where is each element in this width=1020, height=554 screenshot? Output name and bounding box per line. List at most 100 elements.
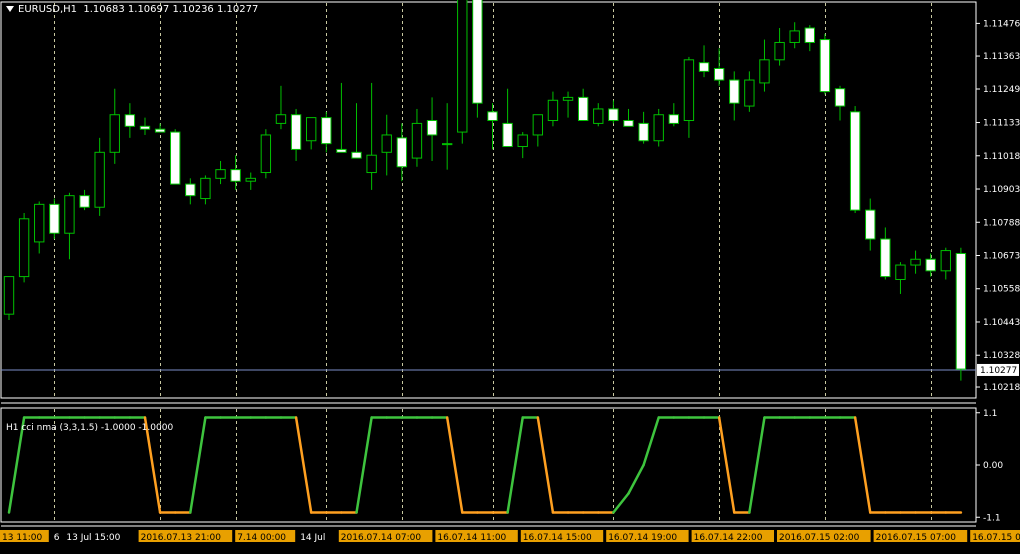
candle-body [245,177,256,182]
candle-body [713,67,725,81]
time-axis-label: 2016.07.15 02:00 [779,533,860,543]
candle-body [865,209,876,240]
candle-body [426,120,438,136]
candle-body [895,264,906,280]
candle-body [260,134,272,174]
candle-body [472,0,483,104]
price-tick-label: 1.11249 [983,85,1020,95]
candle-body [49,203,60,234]
candle-body [230,169,241,182]
candle-body [275,114,287,124]
time-axis-label: 2016.07.13 21:00 [141,533,222,543]
candle-body [396,137,408,168]
candle-body [502,122,513,148]
candle-body [880,238,891,278]
candle-body [683,59,695,122]
time-axis-label: 16.07.14 19:00 [608,533,677,543]
candle-body [124,114,136,127]
candle-body [547,99,559,122]
indicator-tick-label: 1.1 [983,409,997,419]
candle-body [804,27,815,43]
indicator-line-segment [642,416,660,467]
price-tick-label: 1.10218 [983,383,1020,393]
candle-body [18,218,30,278]
candle-body [668,114,679,124]
candle-body [562,96,574,101]
indicator-line-segment [445,416,464,514]
candle-body [215,169,226,179]
price-tick-label: 1.10443 [983,318,1020,328]
candle-body [774,41,785,61]
indicator-tick-label: 0.00 [983,461,1003,471]
price-tick-label: 1.10673 [983,251,1020,261]
time-axis-label: 7.14 00:00 [237,533,286,543]
price-tick-label: 1.11363 [983,52,1020,62]
candle-body [441,143,453,146]
candle-body [411,122,423,159]
chart-window[interactable]: 1.11476 1.11363 1.11249 1.11133 1.11018 1.109… [0,0,1020,551]
candle-body [849,111,861,211]
candle-body [729,79,740,104]
candle-body [955,252,967,370]
candle-body [940,250,951,272]
candle-body [698,62,710,72]
time-axis-label: 2016.07.14 07:00 [341,533,422,543]
candle-body [759,59,770,84]
candle-body [517,134,528,148]
price-tick-label: 1.10788 [983,218,1020,228]
candle-body [834,88,846,107]
indicator-line-segment [717,416,736,514]
chart-header: EURUSD,H1 1.10683 1.10697 1.10236 1.1027… [6,4,258,15]
time-axis-label: 13 11:00 [2,533,43,543]
indicator-line-segment [748,416,766,514]
candle-body [185,183,196,197]
candle-body [94,151,105,208]
dropdown-triangle-icon[interactable] [6,6,14,12]
time-axis-label: 16.07.14 15:00 [523,533,592,543]
indicator-line-segment [627,463,645,495]
chart-canvas[interactable]: 1.11476 1.11363 1.11249 1.11133 1.11018 1.109… [0,0,1020,551]
candle-body [34,203,45,243]
candle-body [623,120,634,127]
candle-body [170,131,181,185]
indicator-title: H1 cci nma (3,3,1.5) -1.0000 -1.0000 [6,423,174,433]
candle-body [109,114,120,153]
price-tick-label: 1.11018 [983,152,1020,162]
candle-body [3,276,15,315]
candle-body [366,154,377,174]
candle-body [910,258,921,266]
time-axis-label: 6 [54,533,60,543]
candle-body [653,114,664,142]
ohlc-values: 1.10683 1.10697 1.10236 1.10277 [83,4,259,15]
indicator-line-segment [506,416,524,514]
price-tick-label: 1.11133 [983,119,1020,129]
candle-body [487,111,498,122]
indicator-line-segment [853,416,872,514]
candle-body [64,195,75,234]
candle-body [200,177,211,200]
candle-body [577,96,589,122]
candle-body [789,30,800,43]
candle-body [593,108,604,124]
indicator-tick-label: -1.1 [983,513,1001,523]
indicator-line-segment [189,416,207,514]
candle-body [290,114,302,150]
time-axis-label: 16.07.15 09:00 [972,533,1020,543]
price-tick-label: 1.11476 [983,19,1020,29]
current-price-label: 1.10277 [980,366,1017,376]
candle-body [381,134,392,153]
candle-body [532,114,544,136]
candle-body [638,122,649,142]
candle-body [139,125,151,130]
indicator-line-segment [536,416,555,514]
candle-body [351,151,362,159]
price-tick-label: 1.10903 [983,185,1020,195]
time-axis-label: 14 Jul [300,533,325,543]
candle-body [321,117,332,145]
candle-body [154,128,166,133]
indicator-line-segment [612,492,630,514]
candle-body [306,117,317,142]
time-axis-label: 13 Jul 15:00 [66,533,120,543]
indicator-line-segment [355,416,373,514]
price-tick-label: 1.10558 [983,285,1020,295]
